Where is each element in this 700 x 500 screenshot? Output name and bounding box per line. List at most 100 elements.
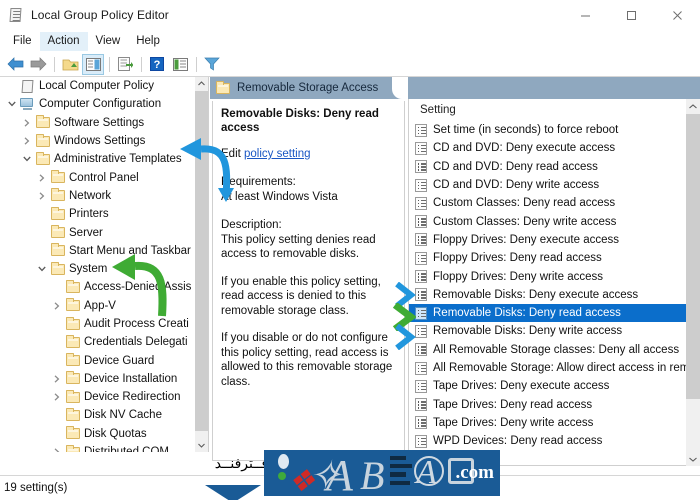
chevron-down-icon[interactable] [19, 150, 34, 168]
tree-item-distributed-com[interactable]: Distributed COM [0, 443, 196, 452]
settings-list-row-label: Tape Drives: Deny execute access [433, 380, 609, 392]
settings-list-row[interactable]: Custom Classes: Deny read access [409, 194, 687, 212]
tree-item-administrative-templates[interactable]: Administrative Templates [0, 150, 196, 168]
settings-list-row[interactable]: Custom Classes: Deny write access [409, 212, 687, 230]
settings-list-row-label: All Removable Storage classes: Deny all … [433, 344, 679, 356]
tree-item-access-denied-assis[interactable]: Access-Denied Assis [0, 278, 196, 296]
chevron-right-icon[interactable] [49, 370, 64, 388]
folder-icon [64, 373, 81, 384]
tree-item-device-guard[interactable]: Device Guard [0, 351, 196, 369]
tree-item-credentials-delegati[interactable]: Credentials Delegati [0, 333, 196, 351]
chevron-right-icon[interactable] [34, 187, 49, 205]
tree-item-label: Windows Settings [51, 135, 145, 147]
tree-item-device-redirection[interactable]: Device Redirection [0, 388, 196, 406]
chevron-right-icon[interactable] [49, 297, 64, 315]
tree-item-disk-nv-cache[interactable]: Disk NV Cache [0, 406, 196, 424]
pane-header-curve [392, 77, 408, 99]
menu-action[interactable]: Action [40, 32, 88, 51]
settings-list-row[interactable]: Set time (in seconds) to force reboot [409, 121, 687, 139]
tree-item-device-installation[interactable]: Device Installation [0, 370, 196, 388]
chevron-down-icon[interactable] [4, 95, 19, 113]
list-scroll-up-arrow[interactable] [686, 99, 700, 113]
tree-scroll-down-arrow[interactable] [195, 439, 208, 452]
export-list-button[interactable] [114, 54, 136, 75]
forward-button[interactable] [27, 54, 49, 75]
settings-list-row[interactable]: Removable Disks: Deny write access [409, 322, 687, 340]
folder-icon [64, 282, 81, 293]
back-button[interactable] [4, 54, 26, 75]
list-scroll-down-arrow[interactable] [686, 452, 700, 466]
menu-help[interactable]: Help [128, 32, 168, 51]
settings-list-row[interactable]: WPD Devices: Deny read access [409, 432, 687, 450]
settings-list-row[interactable]: Floppy Drives: Deny write access [409, 267, 687, 285]
minimize-button[interactable] [562, 0, 608, 30]
pane-header-tab[interactable]: Removable Storage Access [210, 77, 392, 99]
chevron-right-icon[interactable] [49, 388, 64, 406]
list-vertical-scrollbar[interactable] [686, 99, 700, 466]
settings-list-row-label: Custom Classes: Deny read access [433, 197, 615, 209]
help-button[interactable]: ? [146, 54, 168, 75]
policy-setting-link[interactable]: policy setting [244, 148, 310, 160]
tree-item-label: Server [66, 227, 103, 239]
folder-icon [34, 154, 51, 165]
tree-item-label: Disk Quotas [81, 428, 147, 440]
chevron-right-icon[interactable] [34, 169, 49, 187]
tree-item-system[interactable]: System [0, 260, 196, 278]
chevron-right-icon[interactable] [19, 114, 34, 132]
settings-list-row-label: Floppy Drives: Deny read access [433, 252, 602, 264]
watermark-triangle [205, 485, 261, 500]
chevron-right-icon[interactable] [19, 132, 34, 150]
settings-list: Set time (in seconds) to force rebootCD … [409, 121, 687, 466]
close-button[interactable] [654, 0, 700, 30]
up-one-level-button[interactable] [59, 54, 81, 75]
settings-list-row[interactable]: Tape Drives: Deny execute access [409, 377, 687, 395]
settings-list-row[interactable]: CD and DVD: Deny read access [409, 158, 687, 176]
settings-list-row[interactable]: Removable Disks: Deny execute access [409, 286, 687, 304]
settings-list-row[interactable]: Tape Drives: Deny write access [409, 414, 687, 432]
tree-item-windows-settings[interactable]: Windows Settings [0, 132, 196, 150]
tree-item-app-v[interactable]: App-V [0, 297, 196, 315]
tree-item-label: Network [66, 190, 111, 202]
tree-vertical-scrollbar[interactable] [195, 77, 208, 452]
tree-item-computer-configuration[interactable]: Computer Configuration [0, 95, 196, 113]
show-hide-action-pane-button[interactable] [169, 54, 191, 75]
tree-item-printers[interactable]: Printers [0, 205, 196, 223]
watermark-dot-green [278, 472, 286, 480]
watermark-glyph-a: A [326, 450, 353, 496]
settings-list-row[interactable]: CD and DVD: Deny execute access [409, 139, 687, 157]
settings-list-row[interactable]: All Removable Storage: Allow direct acce… [409, 359, 687, 377]
gpedit-document-icon [8, 7, 24, 23]
tree-item-start-menu-and-taskbar[interactable]: Start Menu and Taskbar [0, 242, 196, 260]
settings-list-row[interactable]: Floppy Drives: Deny read access [409, 249, 687, 267]
list-scrollbar-thumb[interactable] [686, 114, 700, 399]
description-paragraph-2: If you enable this policy setting, read … [221, 275, 396, 319]
menu-view[interactable]: View [88, 32, 129, 51]
tree-item-local-computer-policy[interactable]: Local Computer Policy [0, 77, 196, 95]
settings-list-row[interactable]: Floppy Drives: Deny execute access [409, 231, 687, 249]
console-tree-pane: Local Computer PolicyComputer Configurat… [0, 77, 209, 452]
chevron-down-icon[interactable] [34, 260, 49, 278]
filter-button[interactable] [201, 54, 223, 75]
settings-column-header[interactable]: Setting [409, 99, 700, 121]
settings-list-row[interactable]: Removable Disks: Deny read access [409, 304, 687, 322]
tree-item-software-settings[interactable]: Software Settings [0, 114, 196, 132]
settings-list-row[interactable]: CD and DVD: Deny write access [409, 176, 687, 194]
tree-item-control-panel[interactable]: Control Panel [0, 168, 196, 186]
policy-details-panel: Removable Disks: Deny read access Edit p… [212, 101, 405, 461]
tree-item-network[interactable]: Network [0, 187, 196, 205]
toolbar-separator [54, 57, 55, 72]
tree-scroll-up-arrow[interactable] [195, 77, 208, 90]
settings-list-row[interactable]: Tape Drives: Deny read access [409, 395, 687, 413]
settings-list-row[interactable]: All Removable Storage classes: Deny all … [409, 341, 687, 359]
tree-item-server[interactable]: Server [0, 223, 196, 241]
chevron-right-icon[interactable] [49, 443, 64, 452]
tree-item-disk-quotas[interactable]: Disk Quotas [0, 425, 196, 443]
pane-header-bar: Removable Storage Access [210, 77, 700, 99]
show-hide-console-tree-button[interactable] [82, 54, 104, 75]
maximize-button[interactable] [608, 0, 654, 30]
tree-item-audit-process-creati[interactable]: Audit Process Creati [0, 315, 196, 333]
tree-item-label: Administrative Templates [51, 153, 182, 165]
menu-file[interactable]: File [5, 32, 40, 51]
folder-icon [34, 117, 51, 128]
tree-scrollbar-thumb[interactable] [195, 91, 208, 431]
